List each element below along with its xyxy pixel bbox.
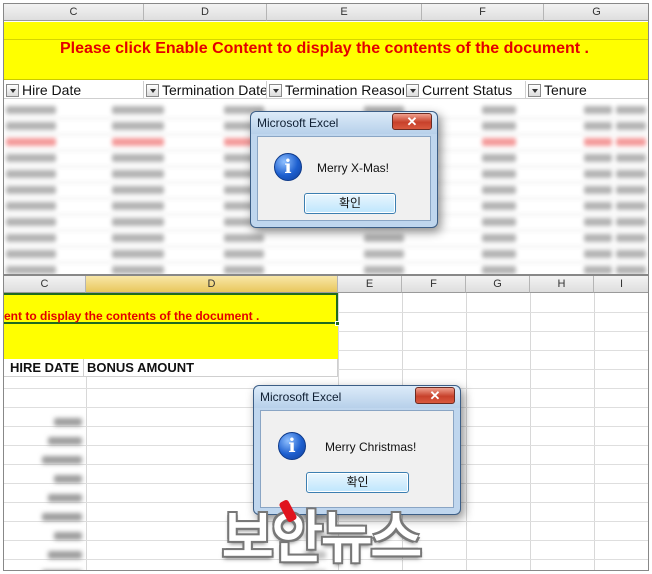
grid-line — [530, 293, 531, 570]
enable-content-warning: ent to display the contents of the docum… — [4, 309, 260, 323]
table-row — [4, 247, 648, 263]
table-row — [4, 231, 648, 247]
close-icon[interactable]: ✕ — [392, 113, 432, 130]
filter-dropdown-icon[interactable] — [528, 84, 541, 97]
table-row — [4, 263, 648, 274]
filter-header-termination-reason[interactable]: Termination Reason — [267, 81, 422, 99]
grid-line — [466, 293, 467, 570]
column-header-e[interactable]: E — [267, 4, 422, 21]
dialog-message: Merry X-Mas! — [317, 161, 389, 175]
fill-handle[interactable] — [335, 321, 340, 326]
ok-button[interactable]: 확인 — [304, 193, 396, 214]
column-header-g[interactable]: G — [544, 4, 648, 21]
ok-button[interactable]: 확인 — [306, 472, 409, 493]
filter-header-termination-date[interactable]: Termination Date — [144, 81, 267, 99]
close-icon[interactable]: ✕ — [415, 387, 455, 404]
column-header-d[interactable]: D — [144, 4, 267, 21]
filter-dropdown-icon[interactable] — [146, 84, 159, 97]
header-bonus-amount: BONUS AMOUNT — [84, 359, 338, 377]
grid-line — [594, 293, 595, 570]
column-header-f[interactable]: F — [422, 4, 544, 21]
column-header-c[interactable]: C — [4, 276, 86, 293]
column-header-c[interactable]: C — [4, 4, 144, 21]
column-header-i[interactable]: I — [594, 276, 648, 293]
filter-header-label: Current Status — [422, 82, 513, 98]
filter-dropdown-icon[interactable] — [269, 84, 282, 97]
filter-header-label: Termination Date — [162, 82, 267, 98]
header-hire-date: HIRE DATE — [4, 359, 84, 377]
enable-content-warning: Please click Enable Content to display t… — [60, 40, 589, 57]
watermark-logo: 보안뉴스 — [222, 506, 422, 571]
column-header-f[interactable]: F — [402, 276, 466, 293]
filter-header-label: Hire Date — [22, 82, 82, 98]
info-icon: i — [278, 432, 306, 460]
info-icon: i — [274, 153, 302, 181]
column-header-e[interactable]: E — [338, 276, 402, 293]
filter-header-tenure[interactable]: Tenure — [526, 81, 648, 99]
filter-dropdown-icon[interactable] — [6, 84, 19, 97]
message-box-merry-xmas: Microsoft Excel ✕ i Merry X-Mas! 확인 — [250, 111, 438, 228]
column-header-d[interactable]: D — [86, 276, 338, 293]
filter-header-hire-date[interactable]: Hire Date — [4, 81, 144, 99]
column-header-g[interactable]: G — [466, 276, 530, 293]
filter-header-label: Tenure — [544, 82, 587, 98]
dialog-body: i Merry X-Mas! 확인 — [257, 136, 431, 221]
dialog-message: Merry Christmas! — [325, 440, 417, 454]
column-header-h[interactable]: H — [530, 276, 594, 293]
filter-dropdown-icon[interactable] — [406, 84, 419, 97]
filter-header-current-status[interactable]: Current Status — [404, 81, 526, 99]
filter-header-label: Termination Reason — [285, 82, 410, 98]
